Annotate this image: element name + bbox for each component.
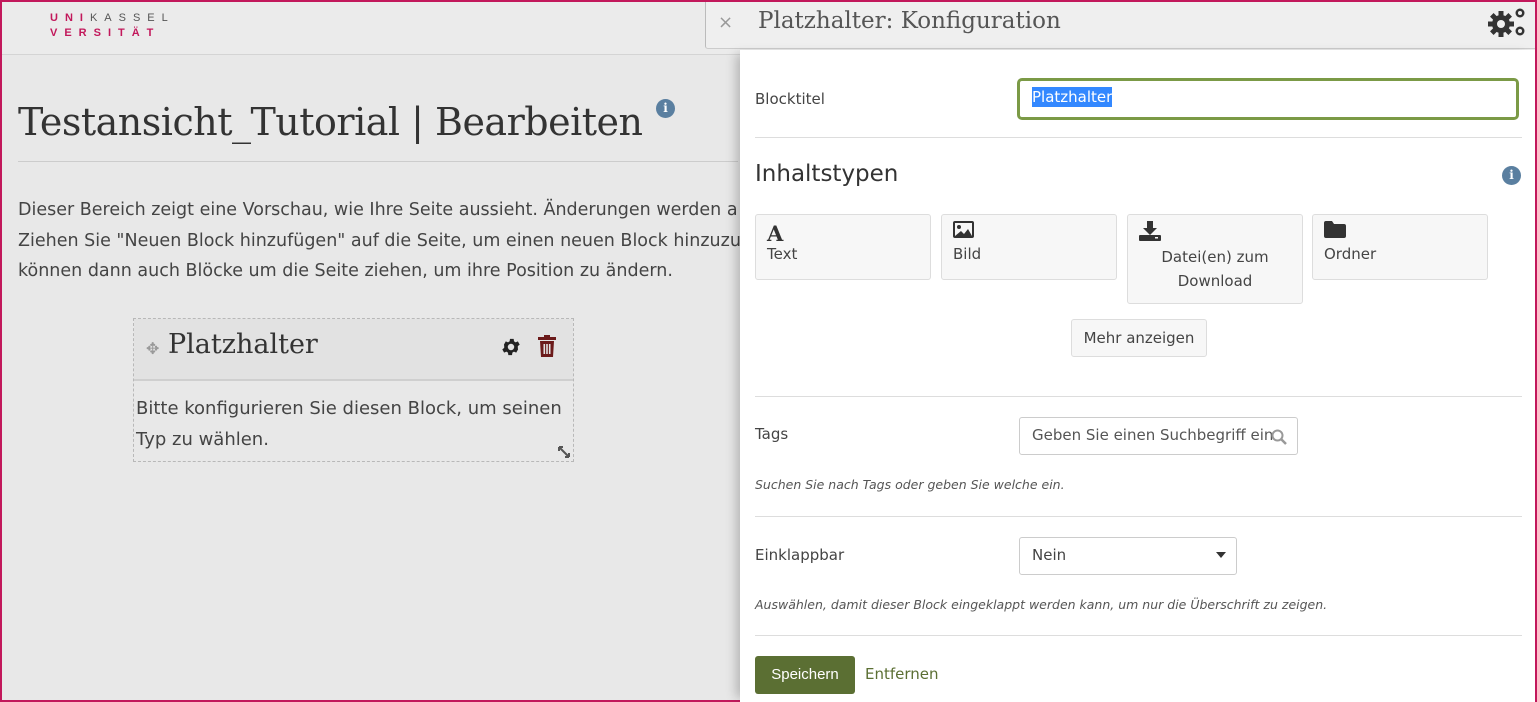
content-types-title: Inhaltstypen: [755, 161, 899, 187]
text-icon: A: [767, 221, 784, 246]
folder-icon: [1324, 221, 1476, 245]
blocktitle-label: Blocktitel: [755, 90, 825, 108]
search-icon: [1271, 429, 1287, 445]
block-title: Platzhalter: [168, 329, 318, 360]
content-type-image[interactable]: Bild: [941, 214, 1117, 280]
show-more-button[interactable]: Mehr anzeigen: [1071, 319, 1207, 357]
info-icon[interactable]: i: [656, 99, 675, 118]
caret-down-icon: [1216, 552, 1226, 558]
download-icon: [1139, 221, 1291, 245]
divider: [755, 635, 1522, 636]
panel-title: Platzhalter: Konfiguration: [758, 8, 1061, 34]
content-type-folder[interactable]: Ordner: [1312, 214, 1488, 280]
intro-text: Dieser Bereich zeigt eine Vorschau, wie …: [18, 200, 740, 281]
tags-hint: Suchen Sie nach Tags oder geben Sie welc…: [755, 477, 1065, 492]
config-panel-header: × Platzhalter: Konfiguration: [705, 2, 1535, 49]
trash-icon[interactable]: [537, 335, 557, 357]
gears-icon: [1488, 8, 1525, 37]
content-type-text[interactable]: A Text: [755, 214, 931, 280]
info-icon[interactable]: i: [1502, 166, 1521, 185]
resize-icon[interactable]: [557, 445, 571, 459]
image-icon: [953, 221, 1105, 245]
tags-label: Tags: [755, 425, 789, 443]
blocktitle-input[interactable]: Platzhalter: [1017, 78, 1519, 120]
university-logo[interactable]: UNIKASSEL VERSITÄT: [50, 11, 175, 41]
page-title: Testansicht_Tutorial | Bearbeiten: [18, 100, 643, 144]
placeholder-block[interactable]: ✥ Platzhalter Bitte konfigurieren Sie di…: [133, 318, 574, 462]
close-icon[interactable]: ×: [718, 12, 733, 33]
block-header: ✥ Platzhalter: [134, 319, 573, 381]
config-panel: Blocktitel Platzhalter Inhaltstypen i A …: [740, 50, 1535, 702]
divider: [18, 161, 738, 162]
tags-input[interactable]: Geben Sie einen Suchbegriff ein: [1019, 417, 1298, 455]
collapsible-label: Einklappbar: [755, 546, 845, 564]
block-body: Bitte konfigurieren Sie diesen Block, um…: [136, 398, 562, 450]
collapsible-select[interactable]: Nein: [1019, 537, 1237, 575]
collapsible-hint: Auswählen, damit dieser Block eingeklapp…: [755, 597, 1328, 612]
move-icon[interactable]: ✥: [146, 339, 159, 358]
save-button[interactable]: Speichern: [755, 656, 855, 694]
divider: [755, 137, 1522, 138]
divider: [755, 516, 1522, 517]
remove-link[interactable]: Entfernen: [865, 665, 939, 683]
content-type-download[interactable]: Datei(en) zum Download: [1127, 214, 1303, 304]
gear-icon[interactable]: [500, 336, 522, 358]
divider: [755, 396, 1522, 397]
